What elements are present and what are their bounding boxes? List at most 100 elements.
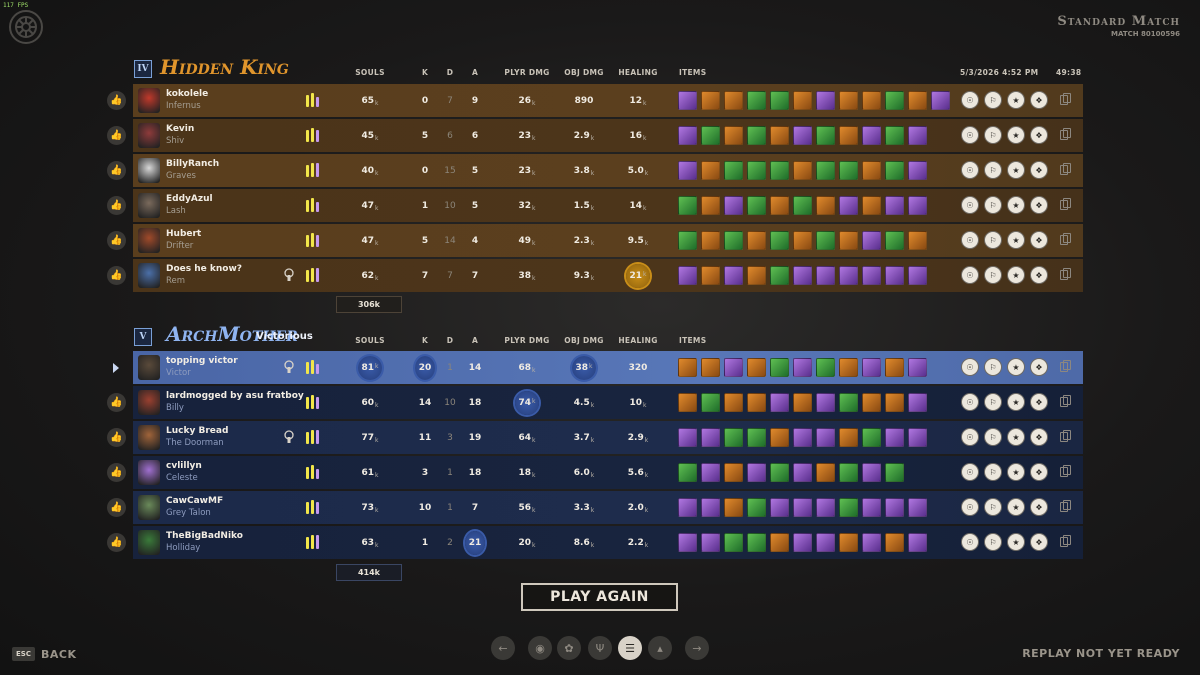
item-slot[interactable] xyxy=(678,161,697,180)
item-slot[interactable] xyxy=(793,161,812,180)
ability-icon[interactable]: ❖ xyxy=(1030,358,1048,376)
item-slot[interactable] xyxy=(747,266,766,285)
item-slot[interactable] xyxy=(747,91,766,110)
item-slot[interactable] xyxy=(885,126,904,145)
item-slot[interactable] xyxy=(839,498,858,517)
wheel-logo-icon[interactable] xyxy=(9,10,43,44)
item-slot[interactable] xyxy=(793,393,812,412)
player-row[interactable]: Hubert Drifter 47 k 5 14 4 49 k 2.3 k 9.5 k … xyxy=(133,224,1083,257)
item-slot[interactable] xyxy=(747,196,766,215)
item-slot[interactable] xyxy=(701,161,720,180)
item-slot[interactable] xyxy=(816,393,835,412)
player-name[interactable]: Lucky Bread xyxy=(166,426,228,436)
item-slot[interactable] xyxy=(678,126,697,145)
item-slot[interactable] xyxy=(793,533,812,552)
ability-icon[interactable]: ❖ xyxy=(1030,196,1048,214)
ability-icon[interactable]: ⚐ xyxy=(984,428,1002,446)
item-slot[interactable] xyxy=(678,498,697,517)
ability-icon[interactable]: ★ xyxy=(1007,498,1025,516)
thumbs-up-icon[interactable]: 👍 xyxy=(107,161,126,180)
item-slot[interactable] xyxy=(816,358,835,377)
item-slot[interactable] xyxy=(678,266,697,285)
ability-icon[interactable]: ★ xyxy=(1007,126,1025,144)
player-name[interactable]: lardmogged by asu fratboy xyxy=(166,391,304,401)
ability-icon[interactable]: ☉ xyxy=(961,126,979,144)
item-slot[interactable] xyxy=(885,533,904,552)
item-slot[interactable] xyxy=(747,428,766,447)
copy-icon[interactable] xyxy=(1060,465,1071,477)
player-row[interactable]: EddyAzul Lash 47 k 1 10 5 32 k 1.5 k 14 k ☉ ⚐… xyxy=(133,189,1083,222)
item-slot[interactable] xyxy=(816,266,835,285)
item-slot[interactable] xyxy=(701,266,720,285)
item-slot[interactable] xyxy=(678,533,697,552)
ability-icon[interactable]: ❖ xyxy=(1030,533,1048,551)
item-slot[interactable] xyxy=(816,161,835,180)
item-slot[interactable] xyxy=(770,231,789,250)
item-slot[interactable] xyxy=(816,498,835,517)
item-slot[interactable] xyxy=(862,498,881,517)
item-slot[interactable] xyxy=(770,161,789,180)
item-slot[interactable] xyxy=(724,161,743,180)
item-slot[interactable] xyxy=(793,91,812,110)
item-slot[interactable] xyxy=(770,393,789,412)
item-slot[interactable] xyxy=(724,266,743,285)
item-slot[interactable] xyxy=(701,91,720,110)
thumbs-up-icon[interactable]: 👍 xyxy=(107,196,126,215)
thumbs-up-icon[interactable]: 👍 xyxy=(107,266,126,285)
ability-icon[interactable]: ☉ xyxy=(961,266,979,284)
copy-icon[interactable] xyxy=(1060,430,1071,442)
play-again-button[interactable]: PLAY AGAIN xyxy=(521,583,678,611)
item-slot[interactable] xyxy=(678,463,697,482)
item-slot[interactable] xyxy=(747,161,766,180)
esc-key[interactable]: ESC xyxy=(12,647,35,661)
player-row[interactable]: Lucky Bread The Doorman 77 k 11 3 19 64 k … xyxy=(133,421,1083,454)
item-slot[interactable] xyxy=(724,91,743,110)
ability-icon[interactable]: ★ xyxy=(1007,393,1025,411)
item-slot[interactable] xyxy=(839,161,858,180)
item-slot[interactable] xyxy=(862,91,881,110)
arrow-left-icon[interactable]: ← xyxy=(491,636,515,660)
item-slot[interactable] xyxy=(885,161,904,180)
ability-icon[interactable]: ☉ xyxy=(961,196,979,214)
item-slot[interactable] xyxy=(793,266,812,285)
item-slot[interactable] xyxy=(770,498,789,517)
list-icon[interactable]: ☰ xyxy=(618,636,642,660)
copy-icon[interactable] xyxy=(1060,233,1071,245)
copy-icon[interactable] xyxy=(1060,535,1071,547)
item-slot[interactable] xyxy=(793,196,812,215)
item-slot[interactable] xyxy=(839,196,858,215)
ability-icon[interactable]: ★ xyxy=(1007,161,1025,179)
ability-icon[interactable]: ☉ xyxy=(961,91,979,109)
item-slot[interactable] xyxy=(793,126,812,145)
item-slot[interactable] xyxy=(770,358,789,377)
thumbs-up-icon[interactable]: 👍 xyxy=(107,533,126,552)
item-slot[interactable] xyxy=(839,126,858,145)
item-slot[interactable] xyxy=(770,428,789,447)
item-slot[interactable] xyxy=(701,498,720,517)
item-slot[interactable] xyxy=(885,196,904,215)
item-slot[interactable] xyxy=(724,533,743,552)
item-slot[interactable] xyxy=(747,498,766,517)
item-slot[interactable] xyxy=(724,231,743,250)
item-slot[interactable] xyxy=(885,231,904,250)
item-slot[interactable] xyxy=(793,498,812,517)
player-row[interactable]: topping victor Victor 81 k 20 1 14 68 k 38… xyxy=(133,351,1083,384)
back-control[interactable]: ESC BACK xyxy=(12,647,76,661)
item-slot[interactable] xyxy=(885,428,904,447)
item-slot[interactable] xyxy=(678,428,697,447)
ability-icon[interactable]: ⚐ xyxy=(984,266,1002,284)
ability-icon[interactable]: ☉ xyxy=(961,161,979,179)
ability-icon[interactable]: ⚐ xyxy=(984,196,1002,214)
item-slot[interactable] xyxy=(885,91,904,110)
graph-icon[interactable]: ▴ xyxy=(648,636,672,660)
item-slot[interactable] xyxy=(701,231,720,250)
ability-icon[interactable]: ★ xyxy=(1007,533,1025,551)
item-slot[interactable] xyxy=(908,266,927,285)
item-slot[interactable] xyxy=(816,231,835,250)
ability-icon[interactable]: ★ xyxy=(1007,196,1025,214)
item-slot[interactable] xyxy=(862,161,881,180)
thumbs-up-icon[interactable]: 👍 xyxy=(107,428,126,447)
item-slot[interactable] xyxy=(678,393,697,412)
thumbs-up-icon[interactable]: 👍 xyxy=(107,393,126,412)
item-slot[interactable] xyxy=(908,498,927,517)
